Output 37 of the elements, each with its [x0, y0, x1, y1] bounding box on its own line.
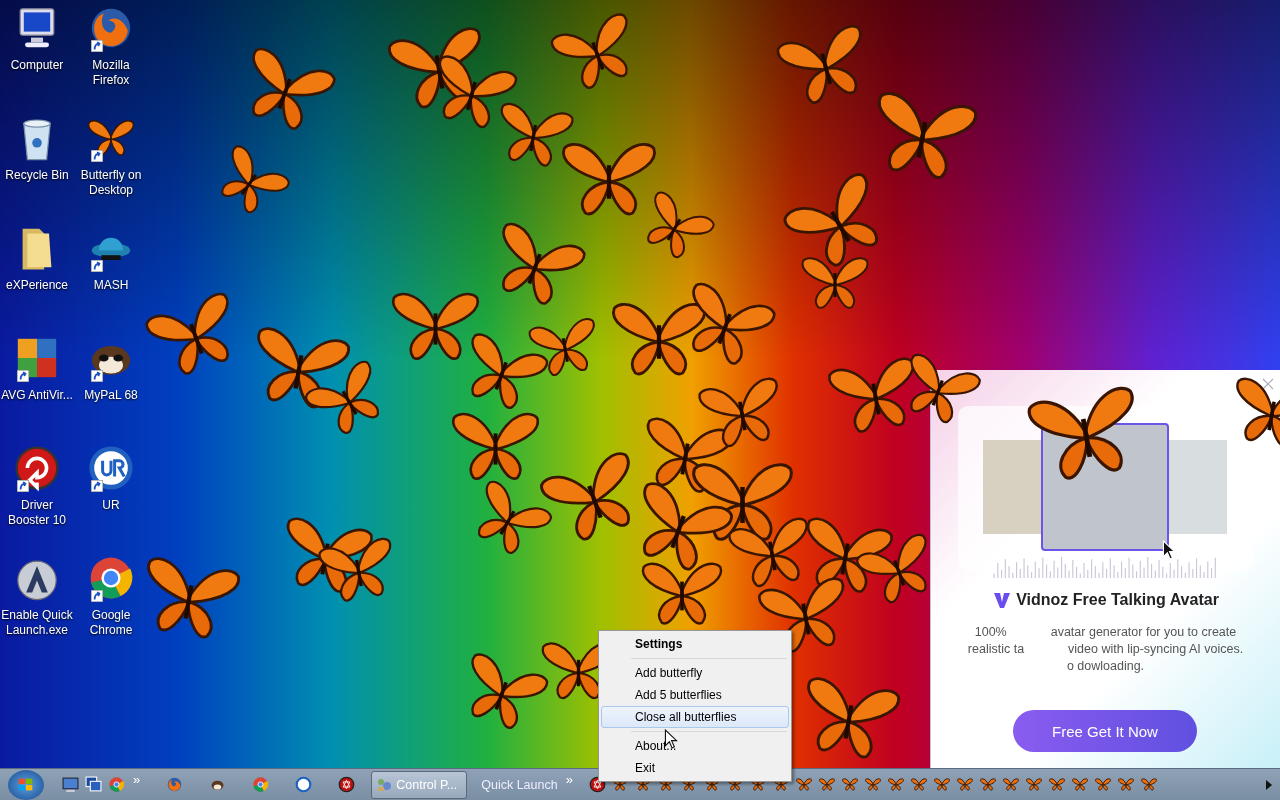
chrome-icon[interactable] [252, 776, 270, 793]
ad-description: video with lip-syncing AI voices. [1068, 641, 1244, 658]
ad-description: 100% [974, 624, 1007, 641]
booster-icon [13, 444, 61, 492]
desktop-icon[interactable]: MyPaL 68 [74, 334, 148, 403]
desktop-icon[interactable]: Driver Booster 10 [0, 444, 74, 528]
ad-title: Vidnoz Free Talking Avatar [1016, 591, 1219, 609]
desktop-icon[interactable]: Google Chrome [74, 554, 148, 638]
ad-description: o dowloading. [1066, 658, 1145, 675]
menu-item[interactable]: Settings [601, 633, 789, 655]
people-icon [376, 776, 393, 793]
logo-icon [992, 590, 1013, 610]
menu-item[interactable]: Add 5 butterflies [601, 684, 789, 706]
ad-description: realistic ta [967, 641, 1025, 658]
menu-item[interactable]: Close all butterflies [601, 706, 789, 728]
toolbar-label: Quick Launch [481, 777, 558, 792]
close-icon[interactable] [1262, 378, 1274, 390]
pointer-icon [1162, 540, 1176, 560]
desktop-icon[interactable]: AVG AntiVir... [0, 334, 74, 403]
desktop-icon[interactable]: MASH [74, 224, 148, 293]
desktop-icon[interactable]: Butterfly on Desktop [74, 114, 148, 198]
chrome-icon[interactable] [108, 776, 125, 793]
menu-item[interactable]: About... [601, 735, 789, 757]
desktop-icon[interactable]: Recycle Bin [0, 114, 74, 183]
desktop-icon[interactable]: UR [74, 444, 148, 513]
menu-item[interactable]: Add butterfly [601, 662, 789, 684]
start-button[interactable] [8, 769, 44, 800]
desktop-icon[interactable]: Enable Quick Launch.exe [0, 554, 74, 638]
windows-icon[interactable] [85, 776, 102, 793]
menu-item[interactable]: Exit [601, 757, 789, 779]
desktop-icon[interactable]: Computer [0, 4, 74, 73]
ad-description: avatar generator for you to create [1050, 624, 1237, 641]
desktop-icon[interactable]: eXPerience [0, 224, 74, 293]
desktop-icon[interactable]: Mozilla Firefox [74, 4, 148, 88]
scroll-right-icon[interactable] [1266, 779, 1272, 790]
get-it-now-button[interactable]: Free Get It Now [1013, 710, 1197, 752]
monitor-icon[interactable] [62, 776, 79, 793]
